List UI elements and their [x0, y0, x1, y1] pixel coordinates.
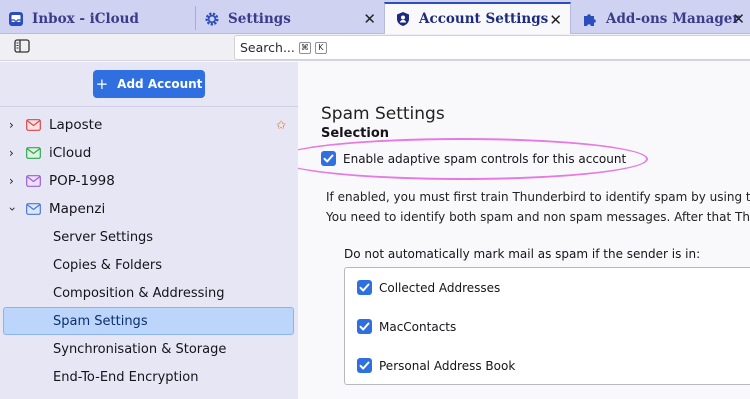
account-label: iCloud [49, 145, 92, 161]
description-text: If enabled, you must first train Thunder… [326, 190, 750, 204]
address-book-label: MacContacts [379, 319, 457, 334]
shortcut-key-command: ⌘ [298, 41, 311, 54]
section-heading: Selection [321, 126, 390, 141]
account-item-laposte[interactable]: › Laposte ✩ [0, 113, 298, 137]
tab-inbox-icloud[interactable]: Inbox - iCloud [8, 3, 190, 34]
sidebar-item-end-to-end-encryption[interactable]: End-To-End Encryption [53, 370, 198, 385]
folder-pane-toggle-icon[interactable] [14, 39, 30, 53]
mail-account-icon [26, 119, 41, 131]
chevron-right-icon[interactable]: › [9, 118, 14, 132]
sidebar-item-composition-addressing[interactable]: Composition & Addressing [53, 286, 224, 301]
checkbox-checked-icon[interactable] [357, 319, 372, 334]
tab-settings[interactable]: Settings ✕ [204, 3, 384, 34]
plus-icon: + [95, 75, 109, 93]
search-placeholder: Search... [240, 40, 295, 55]
chevron-right-icon[interactable]: › [9, 146, 14, 160]
address-book-label: Personal Address Book [379, 358, 516, 373]
star-icon: ✩ [276, 118, 287, 132]
tab-label: Inbox - iCloud [32, 10, 139, 27]
tab-label: Add-ons Manager [606, 10, 740, 27]
close-icon[interactable]: ✕ [732, 10, 745, 28]
spam-settings-pane: Spam Settings Selection Enable adaptive … [298, 62, 750, 399]
tab-bar: Inbox - iCloud Settings ✕ Account Settin… [0, 0, 750, 34]
account-sidebar: + Add Account › Laposte ✩ › iCloud › POP… [0, 62, 298, 399]
mail-account-icon [26, 203, 41, 215]
tab-addons-manager[interactable]: Add-ons Manager ✕ [582, 3, 750, 34]
address-book-label: Collected Addresses [379, 280, 501, 295]
inbox-icon [8, 11, 24, 27]
close-icon[interactable]: ✕ [549, 11, 562, 29]
annotation-highlight-ellipse [298, 138, 648, 180]
account-label: Laposte [49, 117, 103, 133]
whitelist-label: Do not automatically mark mail as spam i… [344, 247, 701, 261]
tab-label: Settings [228, 10, 291, 27]
account-item-mapenzi[interactable]: › Mapenzi [0, 197, 298, 221]
close-icon[interactable]: ✕ [363, 10, 376, 28]
search-input[interactable]: Search... ⌘ K [234, 35, 750, 60]
account-item-pop-1998[interactable]: › POP-1998 [0, 169, 298, 193]
address-book-item[interactable]: Personal Address Book [357, 358, 515, 373]
sidebar-item-label: Spam Settings [53, 314, 148, 329]
account-label: Mapenzi [49, 201, 106, 217]
chevron-down-icon[interactable]: › [5, 207, 19, 212]
toolbar: Search... ⌘ K [0, 34, 750, 61]
address-book-item[interactable]: MacContacts [357, 319, 456, 334]
sidebar-item-spam-settings[interactable]: Spam Settings [3, 307, 294, 335]
tab-account-settings[interactable]: Account Settings ✕ [384, 2, 571, 34]
chevron-right-icon[interactable]: › [9, 174, 14, 188]
sidebar-item-copies-folders[interactable]: Copies & Folders [53, 258, 162, 273]
page-title: Spam Settings [321, 104, 445, 124]
account-item-icloud[interactable]: › iCloud [0, 141, 298, 165]
tab-label: Account Settings [419, 11, 549, 27]
add-account-button[interactable]: + Add Account [93, 70, 205, 98]
sidebar-divider [0, 106, 298, 107]
account-label: POP-1998 [49, 173, 115, 189]
description-text: You need to identify both spam and non s… [326, 210, 750, 224]
checkbox-checked-icon[interactable] [357, 358, 372, 373]
mail-account-icon [26, 147, 41, 159]
shortcut-key-k: K [314, 41, 327, 54]
address-book-list: Collected Addresses MacContacts Personal… [344, 267, 750, 385]
account-shield-icon [395, 11, 411, 27]
gear-icon [204, 11, 220, 27]
add-account-label: Add Account [117, 77, 203, 91]
address-book-item[interactable]: Collected Addresses [357, 280, 500, 295]
puzzle-icon [582, 11, 598, 27]
sidebar-item-synchronisation-storage[interactable]: Synchronisation & Storage [53, 342, 226, 357]
checkbox-checked-icon[interactable] [357, 280, 372, 295]
mail-account-icon [26, 175, 41, 187]
tab-separator [195, 6, 196, 30]
sidebar-item-server-settings[interactable]: Server Settings [53, 230, 153, 245]
